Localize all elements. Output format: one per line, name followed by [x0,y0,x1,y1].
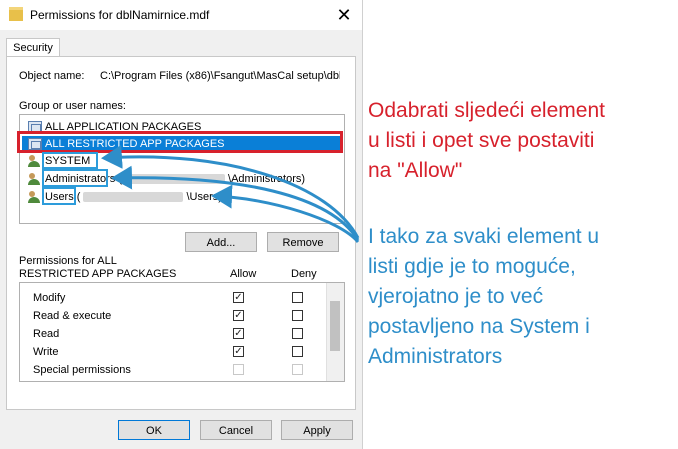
permissions-header-line1: Permissions for ALL [19,255,117,267]
read-execute-allow-checkbox[interactable]: ✓ [233,310,244,321]
read-execute-deny-checkbox[interactable] [292,310,303,321]
permission-row-modify: Modify ✓ [20,289,325,307]
blue-annotation-line: postavljeno na System i [368,315,590,338]
modify-deny-checkbox[interactable] [292,292,303,303]
object-name-label: Object name: [19,70,85,82]
users-suffix: \Users) [186,191,222,203]
blue-annotation-line: I tako za svaki element u [368,225,600,248]
apply-button[interactable]: Apply [281,420,353,440]
redacted-domain [125,174,226,185]
redacted-domain [83,192,184,203]
remove-button[interactable]: Remove [267,232,339,252]
object-path: C:\Program Files (x86)\Fsangut\MasCal se… [100,70,340,82]
window-title: Permissions for dblNamirnice.mdf [30,8,210,22]
write-deny-checkbox[interactable] [292,346,303,357]
modify-allow-checkbox[interactable]: ✓ [233,292,244,303]
tab-security[interactable]: Security [6,38,60,57]
users-icon [28,173,42,185]
blue-annotation-line: listi gdje je to moguće, [368,255,576,278]
permission-row-write: Write ✓ [20,343,325,361]
permission-row-special: Special permissions [20,361,325,379]
close-button[interactable]: ✕ [330,3,358,27]
administrators-suffix: \Administrators) [228,173,306,185]
allow-column-header: Allow [230,268,257,280]
scrollbar-thumb[interactable] [330,301,340,351]
permission-row-read-execute: Read & execute ✓ [20,307,325,325]
special-deny-checkbox [292,364,303,375]
permission-row-read: Read ✓ [20,325,325,343]
deny-column-header: Deny [291,268,317,280]
special-allow-checkbox [233,364,244,375]
write-allow-checkbox[interactable]: ✓ [233,346,244,357]
blue-annotation-line: Administrators [368,345,503,368]
blue-annotation: I tako za svaki element u listi gdje je … [368,222,599,372]
users-icon [28,155,42,167]
permissions-header-line2: RESTRICTED APP PACKAGES [19,268,177,280]
users-icon [28,191,42,203]
red-annotation-line: Odabrati sljedeći element [368,99,605,122]
selected-item-highlight [17,131,343,153]
add-button[interactable]: Add... [185,232,257,252]
red-annotation-line: na "Allow" [368,159,463,182]
read-allow-checkbox[interactable]: ✓ [233,328,244,339]
permissions-scrollbar[interactable] [326,283,344,381]
red-annotation-line: u listi i opet sve postaviti [368,129,595,152]
title-bar: Permissions for dblNamirnice.mdf ✕ [0,0,362,30]
system-highlight [42,152,98,169]
permissions-grid: Modify ✓ Read & execute ✓ Read ✓ Write ✓… [19,282,345,382]
group-names-label: Group or user names: [19,100,126,112]
blue-annotation-line: vjerojatno je to već [368,285,544,308]
read-deny-checkbox[interactable] [292,328,303,339]
administrators-highlight [42,169,108,187]
permissions-dialog: Permissions for dblNamirnice.mdf ✕ Secur… [0,0,363,449]
users-highlight [42,187,76,205]
cancel-button[interactable]: Cancel [200,420,272,440]
red-annotation: Odabrati sljedeći element u listi i opet… [368,96,605,186]
ok-button[interactable]: OK [118,420,190,440]
folder-icon [9,7,23,21]
